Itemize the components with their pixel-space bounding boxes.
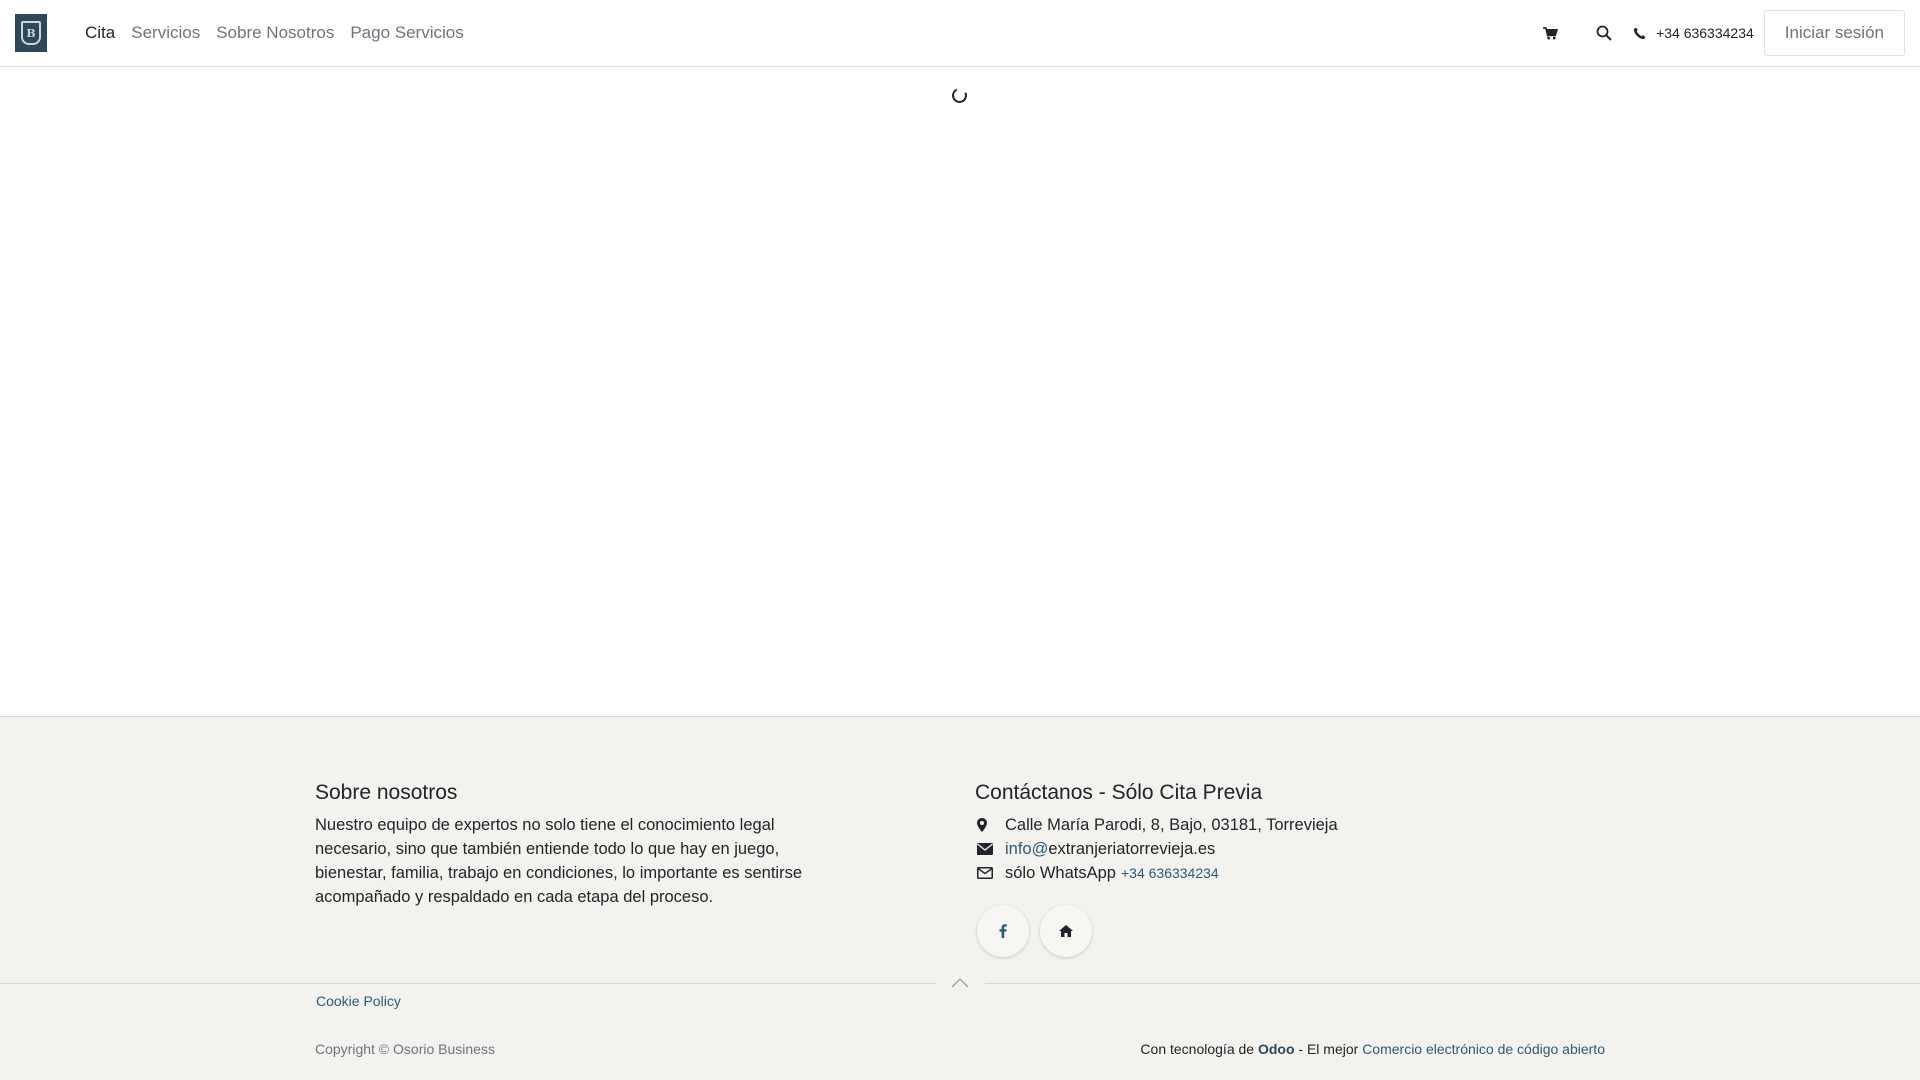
site-logo[interactable]: B xyxy=(15,14,47,52)
facebook-button[interactable] xyxy=(977,905,1029,957)
login-button[interactable]: Iniciar sesión xyxy=(1763,10,1905,56)
shield-logo-icon: B xyxy=(21,21,41,45)
chevron-up-icon xyxy=(951,978,969,988)
home-icon xyxy=(1059,925,1073,937)
social-links xyxy=(977,905,1575,957)
search-icon xyxy=(1596,25,1612,41)
ecommerce-link[interactable]: Comercio electrónico de código abierto xyxy=(1362,1041,1605,1057)
whatsapp-number-link[interactable]: +34 636334234 xyxy=(1121,865,1219,881)
envelope-outline-icon xyxy=(977,867,993,879)
envelope-icon xyxy=(977,843,993,855)
whatsapp-label: sólo WhatsApp xyxy=(1005,863,1116,882)
facebook-icon xyxy=(999,924,1007,938)
map-marker-icon xyxy=(977,818,987,832)
contact-email: info@extranjeriatorrevieja.es xyxy=(975,837,1575,861)
contact-list: Calle María Parodi, 8, Bajo, 03181, Torr… xyxy=(975,813,1575,885)
nav-item-pago-servicios[interactable]: Pago Servicios xyxy=(342,23,471,43)
footer-about: Sobre nosotros Nuestro equipo de experto… xyxy=(315,781,815,909)
footer-about-text: Nuestro equipo de expertos no solo tiene… xyxy=(315,816,803,906)
footer-divider-right xyxy=(985,983,1920,984)
footer-contact-title: Contáctanos - Sólo Cita Previa xyxy=(975,781,1263,804)
cookie-policy-link[interactable]: Cookie Policy xyxy=(316,993,401,1009)
cart-button[interactable] xyxy=(1523,13,1577,53)
contact-email-link[interactable]: info@extranjeriatorrevieja.es xyxy=(1005,840,1215,859)
site-header: B Cita Servicios Sobre Nosotros Pago Ser… xyxy=(0,0,1920,67)
home-button[interactable] xyxy=(1040,905,1092,957)
contact-whatsapp: sólo WhatsApp +34 636334234 xyxy=(975,861,1575,885)
cart-icon xyxy=(1542,26,1558,40)
phone-icon xyxy=(1633,27,1646,39)
search-button[interactable] xyxy=(1577,13,1631,53)
powered-mid: - El mejor xyxy=(1298,1041,1359,1057)
nav-item-cita[interactable]: Cita xyxy=(77,23,123,43)
main-content xyxy=(0,67,1920,716)
contact-address: Calle María Parodi, 8, Bajo, 03181, Torr… xyxy=(975,813,1575,837)
nav-item-sobre-nosotros[interactable]: Sobre Nosotros xyxy=(208,23,342,43)
header-actions: +34 636334234 Iniciar sesión xyxy=(1523,0,1905,66)
email-prefix: info@ xyxy=(1005,839,1049,858)
header-phone-link[interactable]: +34 636334234 xyxy=(1633,25,1754,41)
loading-spinner-icon xyxy=(949,85,970,106)
footer-divider-left xyxy=(0,983,936,984)
powered-by: Con tecnología de Odoo - El mejor Comerc… xyxy=(1140,1041,1605,1057)
header-phone-number: +34 636334234 xyxy=(1656,25,1754,41)
main-nav: Cita Servicios Sobre Nosotros Pago Servi… xyxy=(77,0,472,66)
email-domain: extranjeriatorrevieja.es xyxy=(1048,839,1216,858)
site-footer: Sobre nosotros Nuestro equipo de experto… xyxy=(0,716,1920,1080)
footer-contact: Contáctanos - Sólo Cita Previa Calle Mar… xyxy=(975,781,1575,957)
odoo-brand-link[interactable]: Odoo xyxy=(1258,1041,1295,1057)
powered-prefix: Con tecnología de xyxy=(1140,1041,1255,1057)
contact-address-text: Calle María Parodi, 8, Bajo, 03181, Torr… xyxy=(1005,815,1338,834)
footer-about-title: Sobre nosotros xyxy=(315,781,458,804)
scroll-to-top-button[interactable] xyxy=(950,973,970,993)
copyright-text: Copyright © Osorio Business xyxy=(315,1041,495,1057)
nav-item-servicios[interactable]: Servicios xyxy=(123,23,208,43)
